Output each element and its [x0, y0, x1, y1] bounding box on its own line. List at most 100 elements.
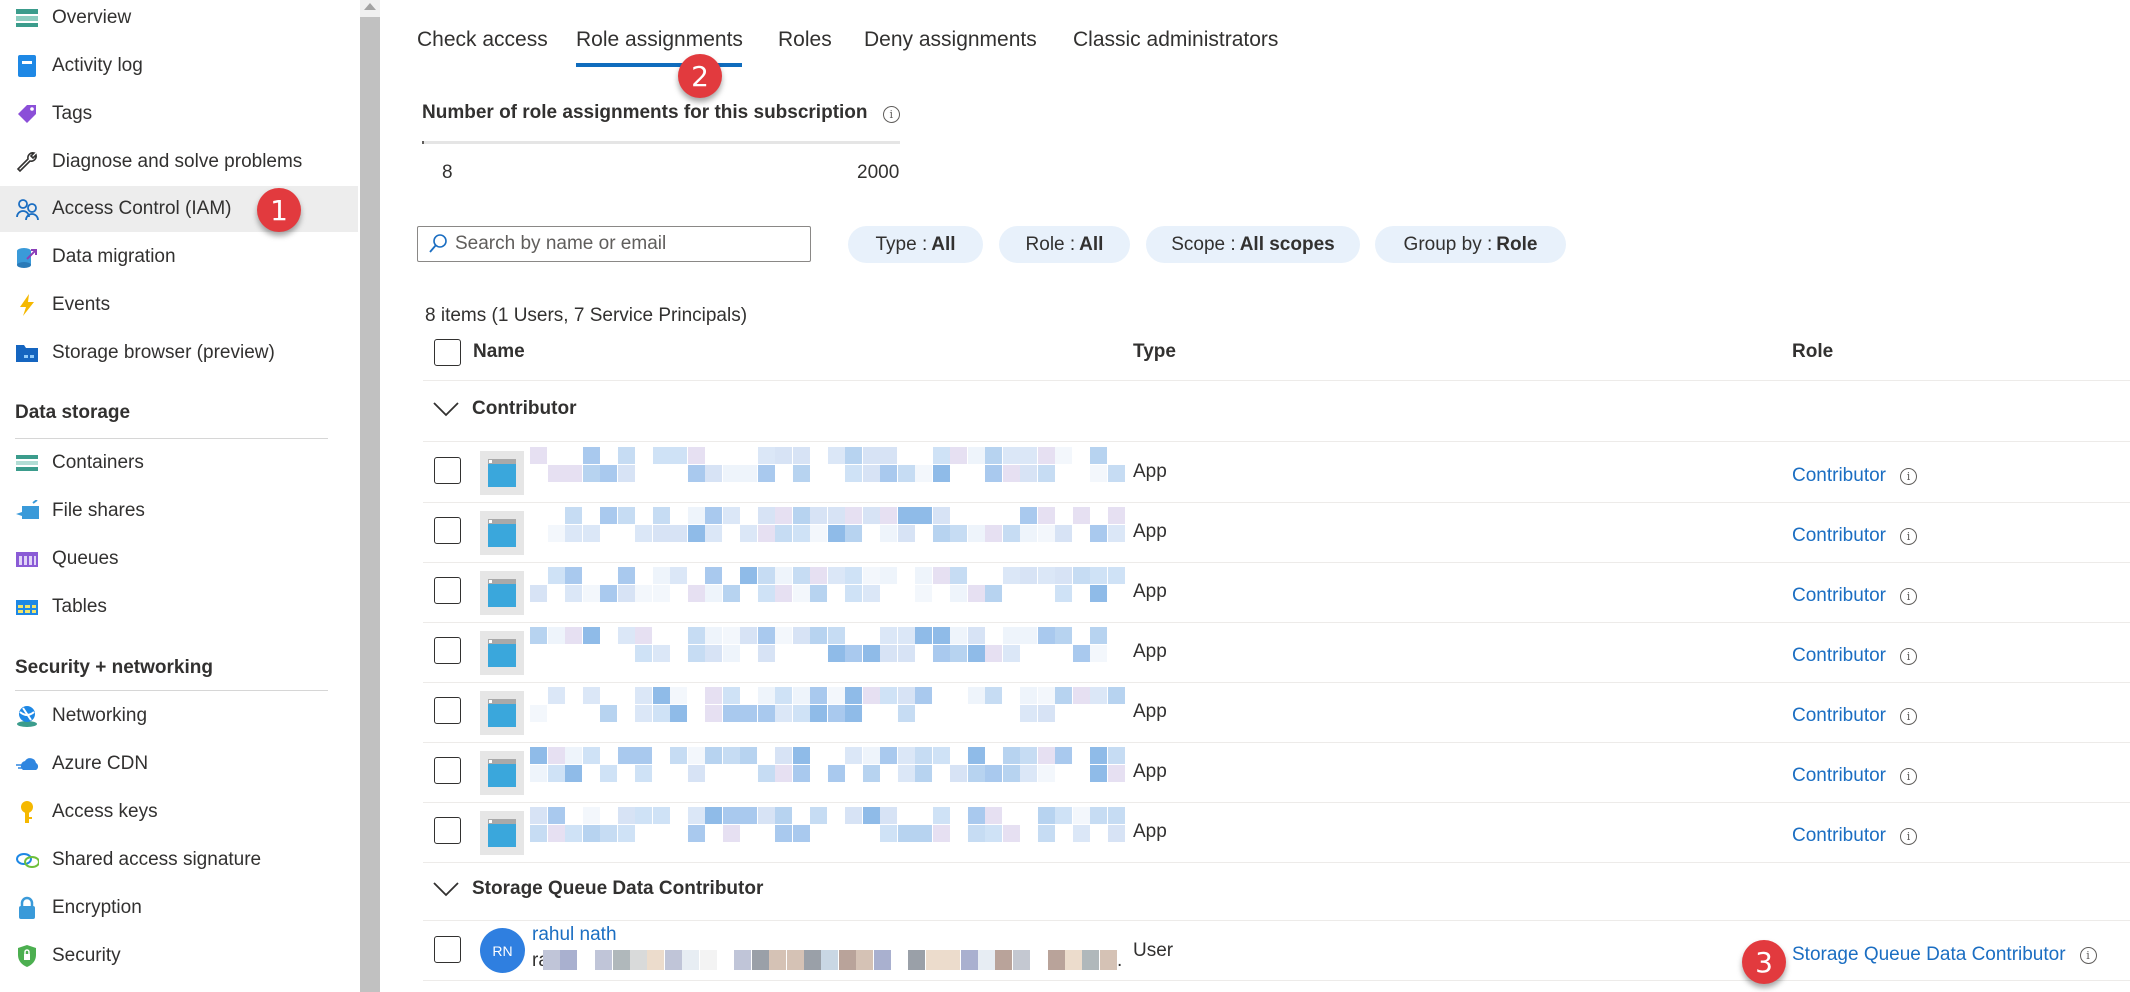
scroll-up-arrow-icon[interactable] [364, 3, 376, 10]
info-icon[interactable]: i [1900, 467, 1917, 485]
row-checkbox[interactable] [434, 936, 461, 963]
info-icon[interactable]: i [1900, 587, 1917, 605]
redacted-email [543, 950, 1117, 970]
sidebar-item-access-control[interactable]: Access Control (IAM) [0, 186, 358, 232]
role-link[interactable]: Contributor i [1792, 645, 1917, 667]
user-name-link[interactable]: rahul nath [532, 924, 617, 946]
role-link-text[interactable]: Contributor [1792, 705, 1886, 727]
sidebar-item-file-shares[interactable]: File shares [0, 488, 358, 534]
row-divider [423, 502, 2130, 503]
sidebar-item-activity-log[interactable]: Activity log [0, 43, 358, 89]
search-input[interactable] [455, 233, 795, 255]
redaction-block [582, 825, 600, 842]
filter-scope[interactable]: Scope : All scopes [1146, 226, 1360, 263]
row-checkbox[interactable] [434, 817, 461, 844]
redaction-block [1055, 525, 1072, 542]
redaction-block [845, 585, 862, 602]
role-link[interactable]: Contributor i [1792, 705, 1917, 727]
sidebar-item-events[interactable]: Events [0, 282, 358, 328]
search-icon [429, 234, 447, 253]
sidebar-item-storage-browser[interactable]: Storage browser (preview) [0, 330, 358, 376]
info-icon[interactable]: i [1900, 647, 1917, 665]
info-icon[interactable]: i [1900, 827, 1917, 845]
row-divider [423, 562, 2130, 563]
sidebar-item-azure-cdn[interactable]: Azure CDN [0, 741, 358, 787]
role-link-text[interactable]: Contributor [1792, 645, 1886, 667]
tab-deny-assignments[interactable]: Deny assignments [864, 28, 1037, 52]
role-link[interactable]: Storage Queue Data Contributor i [1792, 944, 2097, 966]
sidebar-item-containers[interactable]: Containers [0, 440, 358, 486]
row-checkbox[interactable] [434, 697, 461, 724]
info-icon[interactable]: i [2079, 946, 2097, 964]
redaction-block [722, 627, 740, 644]
role-link[interactable]: Contributor i [1792, 825, 1917, 847]
search-box[interactable] [417, 226, 811, 262]
filter-group-by[interactable]: Group by : Role [1375, 226, 1566, 263]
sidebar-item-access-keys[interactable]: Access keys [0, 789, 358, 835]
role-link[interactable]: Contributor i [1792, 585, 1917, 607]
row-checkbox[interactable] [434, 637, 461, 664]
sidebar-item-data-migration[interactable]: Data migration [0, 234, 358, 280]
sidebar-scrollbar-thumb[interactable] [360, 17, 380, 992]
app-window-glyph [488, 759, 516, 787]
filter-role[interactable]: Role : All [999, 226, 1130, 263]
sidebar-item-diagnose[interactable]: Diagnose and solve problems [0, 139, 358, 185]
info-icon[interactable]: i [882, 106, 900, 123]
redaction-block [547, 525, 565, 542]
filter-key: Type : [875, 233, 928, 255]
row-checkbox[interactable] [434, 577, 461, 604]
role-link[interactable]: Contributor i [1792, 525, 1917, 547]
sidebar-item-security[interactable]: Security [0, 933, 358, 979]
role-link[interactable]: Contributor i [1792, 765, 1917, 787]
role-link-text[interactable]: Contributor [1792, 465, 1886, 487]
role-link-text[interactable]: Contributor [1792, 585, 1886, 607]
redaction-block [565, 567, 582, 584]
row-checkbox[interactable] [434, 757, 461, 784]
tab-role-assignments[interactable]: Role assignments [576, 28, 743, 52]
role-link-text[interactable]: Contributor [1792, 825, 1886, 847]
role-link-text[interactable]: Contributor [1792, 765, 1886, 787]
sidebar-item-networking[interactable]: Networking [0, 693, 358, 739]
redaction-block [617, 465, 635, 482]
select-all-checkbox[interactable] [434, 339, 461, 366]
redaction-block [1002, 645, 1020, 662]
column-header-role[interactable]: Role [1792, 341, 1833, 363]
redaction-block [792, 585, 810, 602]
redaction-block [897, 645, 915, 662]
group-header-contributor[interactable]: Contributor [432, 398, 576, 420]
people-icon [15, 197, 39, 221]
column-header-type[interactable]: Type [1133, 341, 1176, 363]
redaction-block [880, 807, 897, 824]
redaction-block [652, 525, 670, 542]
info-icon[interactable]: i [1900, 767, 1917, 785]
sidebar-item-overview[interactable]: Overview [0, 0, 358, 41]
sidebar-item-encryption[interactable]: Encryption [0, 885, 358, 931]
role-link[interactable]: Contributor i [1792, 465, 1917, 487]
info-icon[interactable]: i [1900, 527, 1917, 545]
row-checkbox[interactable] [434, 457, 461, 484]
role-link-text[interactable]: Contributor [1792, 525, 1886, 547]
column-header-name[interactable]: Name [473, 341, 525, 363]
usage-current-value: 8 [442, 162, 453, 183]
type-cell: App [1133, 461, 1167, 482]
tab-check-access[interactable]: Check access [417, 28, 548, 52]
tab-roles[interactable]: Roles [778, 28, 832, 52]
filter-type[interactable]: Type : All [848, 226, 983, 263]
tab-classic-administrators[interactable]: Classic administrators [1073, 28, 1278, 52]
networking-icon [15, 704, 39, 728]
role-link-text[interactable]: Storage Queue Data Contributor [1792, 944, 2066, 966]
redaction-block [792, 567, 810, 584]
group-header-storage-queue-data-contributor[interactable]: Storage Queue Data Contributor [432, 878, 763, 900]
redaction-block [1020, 747, 1037, 764]
info-icon[interactable]: i [1900, 707, 1917, 725]
sidebar-item-queues[interactable]: Queues [0, 536, 358, 582]
sidebar-item-tags[interactable]: Tags [0, 91, 358, 137]
row-checkbox[interactable] [434, 517, 461, 544]
redaction-block [827, 525, 845, 542]
overview-icon [15, 6, 39, 30]
sidebar-item-shared-access-signature[interactable]: Shared access signature [0, 837, 358, 883]
app-icon [480, 751, 524, 795]
sidebar-item-tables[interactable]: Tables [0, 584, 358, 630]
redaction-block [862, 585, 880, 602]
redaction-block [862, 687, 880, 704]
